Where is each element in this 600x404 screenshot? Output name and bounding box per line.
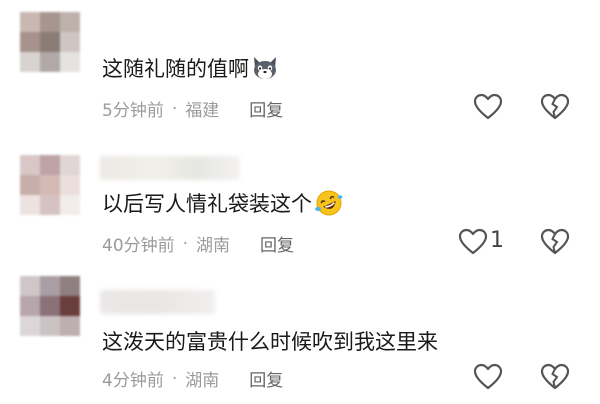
- username-blurred[interactable]: [100, 156, 240, 180]
- like-button[interactable]: [473, 363, 503, 391]
- reply-button[interactable]: 回复: [249, 96, 283, 121]
- reply-button[interactable]: 回复: [260, 231, 294, 256]
- meta-separator: ·: [171, 98, 178, 119]
- comment-item: 这随礼随的值啊 5分钟前 · 福建 回复: [0, 0, 600, 130]
- avatar[interactable]: [20, 155, 80, 215]
- comment-location: 湖南: [185, 371, 220, 391]
- username-blurred[interactable]: [100, 290, 215, 314]
- heart-icon: [473, 363, 503, 390]
- comment-item: 以后写人情礼袋装这个 40分钟前 · 湖南 回复 1: [0, 130, 600, 268]
- rofl-emoji-icon: [314, 189, 344, 222]
- comment-text: 这泼天的富贵什么时候吹到我这里来: [102, 330, 438, 354]
- like-count: 1: [490, 228, 504, 253]
- comment-meta: 40分钟前 · 湖南 回复: [102, 231, 294, 257]
- dislike-button[interactable]: [540, 93, 570, 121]
- dislike-button[interactable]: [540, 228, 570, 256]
- broken-heart-icon: [540, 93, 570, 120]
- comment-time: 40分钟前: [102, 236, 175, 256]
- dislike-button[interactable]: [540, 363, 570, 391]
- meta-separator: ·: [171, 368, 178, 389]
- comment-item: 这泼天的富贵什么时候吹到我这里来 4分钟前 · 湖南 回复: [0, 268, 600, 404]
- broken-heart-icon: [540, 228, 570, 255]
- wolf-emoji-icon: [251, 55, 279, 86]
- reply-button[interactable]: 回复: [249, 366, 283, 391]
- comment-meta: 5分钟前 · 福建 回复: [102, 96, 283, 122]
- avatar[interactable]: [20, 12, 80, 72]
- like-button[interactable]: [473, 93, 503, 121]
- comment-meta: 4分钟前 · 湖南 回复: [102, 366, 283, 392]
- heart-icon: [473, 93, 503, 120]
- comment-time: 5分钟前: [102, 101, 164, 121]
- comment-text: 这随礼随的值啊: [102, 53, 279, 86]
- heart-icon: [458, 228, 488, 255]
- like-button[interactable]: [458, 228, 488, 256]
- broken-heart-icon: [540, 363, 570, 390]
- comment-text: 以后写人情礼袋装这个: [102, 188, 344, 222]
- avatar[interactable]: [20, 276, 80, 336]
- comment-location: 福建: [185, 101, 220, 121]
- comment-time: 4分钟前: [102, 371, 164, 391]
- meta-separator: ·: [182, 233, 189, 254]
- comment-location: 湖南: [196, 236, 231, 256]
